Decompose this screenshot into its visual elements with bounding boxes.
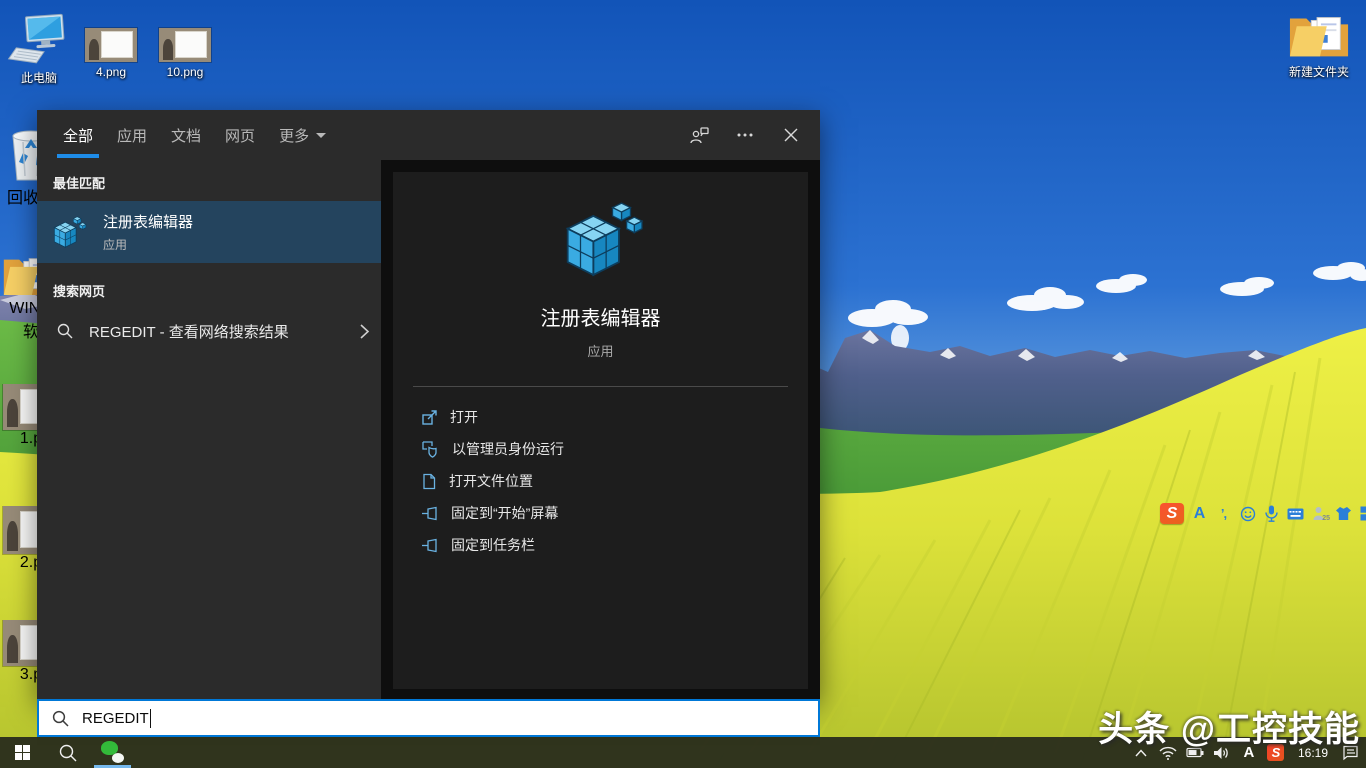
tab-web[interactable]: 网页 [213,110,267,160]
image-thumbnail [159,28,211,62]
pin-icon [421,505,439,522]
section-header-best-match: 最佳匹配 [37,160,381,201]
desktop-icon-label: 回收站 [7,184,37,207]
divider [413,386,788,387]
search-filter-tabs: 全部 应用 文档 网页 更多 [37,110,820,160]
result-title: 注册表编辑器 [103,211,193,232]
desktop-icon-label: 1.p [20,430,37,448]
sogou-logo-icon[interactable]: S [1160,503,1184,524]
desktop-icon-this-pc[interactable]: 此电脑 [8,12,70,85]
image-thumbnail [3,384,37,430]
registry-editor-icon-large [557,198,645,280]
desktop-icon-10png[interactable]: 10.png [159,28,211,79]
desktop-icon-new-folder[interactable]: 新建文件夹 [1283,8,1355,79]
emoji-picker-icon[interactable] [1239,504,1256,523]
this-pc-icon [11,12,67,68]
toolbox-icon[interactable] [1359,504,1366,523]
ellipsis-icon [737,133,753,137]
text-caret [150,709,151,728]
folder-icon [1288,8,1350,62]
tab-more[interactable]: 更多 [267,110,338,160]
desktop-icon-2png[interactable]: 2.p [0,506,37,588]
search-results-list: 最佳匹配 注册表编辑器 应用 搜索网页 REGEDIT - 查看网络搜索结果 [37,160,381,699]
watermark: 头条 @工控技能 [1098,701,1360,752]
image-thumbnail [85,28,137,62]
search-icon [57,323,73,339]
desktop-icon-label: 此电脑 [21,71,57,85]
desktop-icon-recycle-bin[interactable]: 回收站 [0,122,37,207]
windows-logo-icon [15,745,30,760]
punctuation-icon[interactable]: ’, [1215,504,1232,523]
folder-icon [2,250,37,300]
chevron-down-icon [316,133,326,138]
taskbar-search-button[interactable] [45,737,90,768]
sogou-ime-toolbar: S A ’, 25 [1160,501,1366,526]
desktop-icon-label: WING [9,300,37,318]
account-level-icon[interactable]: 25 [1311,504,1328,523]
feedback-icon [690,127,709,144]
taskbar-wechat-button[interactable] [90,737,135,768]
search-icon [59,744,77,762]
desktop-icon-label: 4.png [96,65,126,79]
pin-icon [421,537,439,554]
search-query-text: REGEDIT [82,710,149,727]
result-subtitle: 应用 [103,236,193,253]
search-icon [52,710,69,727]
image-thumbnail [3,620,37,666]
result-detail-pane: 注册表编辑器 应用 打开 以管理员身份运 [381,160,820,699]
action-pin-to-start[interactable]: 固定到“开始”屏幕 [393,497,808,529]
tab-all[interactable]: 全部 [51,110,105,160]
search-input[interactable]: REGEDIT [37,699,820,737]
detail-app-title: 注册表编辑器 [541,302,661,331]
desktop-icon-4png[interactable]: 4.png [85,28,137,79]
image-thumbnail [3,506,37,554]
desktop-icon-1png[interactable]: 1.p [0,384,37,464]
desktop-icon-label: 3.p [20,666,37,684]
tab-apps[interactable]: 应用 [105,110,159,160]
action-open[interactable]: 打开 [393,401,808,433]
desktop-icon-label: 10.png [167,65,204,79]
close-icon [784,128,798,142]
start-button[interactable] [0,737,45,768]
windows-search-panel: 全部 应用 文档 网页 更多 最 [37,110,820,699]
detail-app-subtitle: 应用 [587,341,613,360]
desktop-icon-label: 新建文件夹 [1289,65,1349,79]
chevron-right-icon [360,324,369,339]
file-location-icon [421,473,437,490]
best-match-item-registry-editor[interactable]: 注册表编辑器 应用 [37,201,381,263]
voice-input-icon[interactable] [1263,504,1280,523]
desktop-icon-wing-folder[interactable]: WING 软 [0,250,37,350]
web-search-item[interactable]: REGEDIT - 查看网络搜索结果 [37,309,381,353]
soft-keyboard-icon[interactable] [1287,504,1304,523]
feedback-button[interactable] [680,117,718,153]
web-search-text: REGEDIT - 查看网络搜索结果 [89,321,289,342]
wechat-icon [101,741,124,764]
desktop-icon-label: 2.p [20,554,37,572]
registry-editor-icon [50,214,87,250]
action-pin-to-taskbar[interactable]: 固定到任务栏 [393,529,808,561]
close-button[interactable] [772,117,810,153]
ime-mode-letter[interactable]: A [1191,504,1208,523]
desktop-icon-label: 软 [23,318,37,342]
action-run-as-administrator[interactable]: 以管理员身份运行 [393,433,808,465]
tab-documents[interactable]: 文档 [159,110,213,160]
admin-shield-icon [421,440,440,458]
recycle-bin-icon [5,122,37,184]
open-icon [421,409,438,426]
skin-icon[interactable] [1335,504,1352,523]
desktop-icon-3png[interactable]: 3.p [0,620,37,702]
context-actions: 打开 以管理员身份运行 打开文件位置 [393,401,808,561]
section-header-web-search: 搜索网页 [37,263,381,309]
action-open-file-location[interactable]: 打开文件位置 [393,465,808,497]
more-options-button[interactable] [726,117,764,153]
